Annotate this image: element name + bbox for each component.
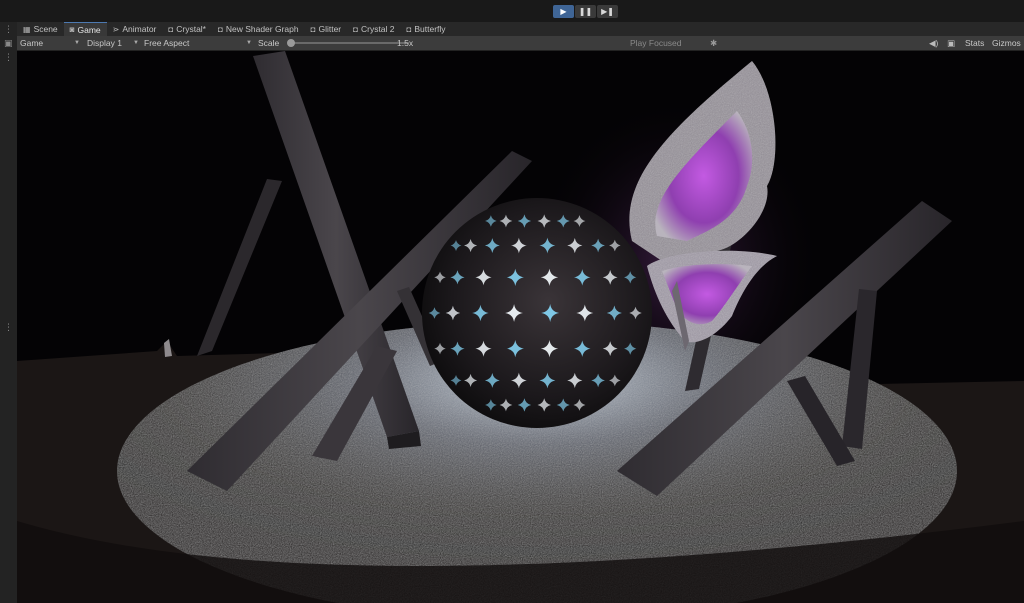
tab-label: Glitter <box>318 24 342 34</box>
game-viewport[interactable] <box>17 51 1024 603</box>
tab-label: Crystal 2 <box>360 24 395 34</box>
display-dropdown[interactable]: Display 1 ▼ <box>87 37 139 49</box>
shader-icon: ◘ <box>218 24 223 34</box>
gizmos-button[interactable]: Gizmos <box>992 37 1021 49</box>
tab-label: New Shader Graph <box>225 24 299 34</box>
tab-label: Animator <box>122 24 157 34</box>
play-mode-dropdown[interactable]: Play Focused <box>630 37 708 49</box>
shader-icon: ◘ <box>310 24 316 34</box>
shader-icon: ◘ <box>406 24 412 34</box>
animator-icon: ⋗ <box>112 24 120 34</box>
gallery-icon[interactable]: ▣ <box>947 37 955 49</box>
view-mode-dropdown[interactable]: Game ▼ <box>20 37 80 49</box>
tab-new-shader-graph[interactable]: ◘ New Shader Graph <box>212 22 305 36</box>
tab-label: Scene <box>33 24 58 34</box>
more-options-icon[interactable]: ⋮ <box>4 24 13 35</box>
bug-icon[interactable]: ✱ <box>710 37 717 49</box>
chevron-down-icon: ▼ <box>74 40 80 46</box>
tab-bar: ▦ Scene ◙ Game ⋗ Animator ◘ Crystal* ◘ N… <box>17 22 1024 36</box>
scale-label: Scale <box>258 38 280 48</box>
shader-icon: ◘ <box>168 24 174 34</box>
scale-value: 1.5x <box>397 38 414 48</box>
chevron-down-icon: ▼ <box>246 40 252 46</box>
tab-crystal-2[interactable]: ◘ Crystal 2 <box>347 22 400 36</box>
aspect-value: Free Aspect <box>144 38 190 48</box>
rendered-scene <box>17 51 1024 603</box>
shader-icon: ◘ <box>353 24 358 34</box>
grid-icon: ▦ <box>23 24 31 34</box>
pause-button[interactable]: ❚❚ <box>575 5 596 18</box>
step-button[interactable]: ▶❚ <box>597 5 618 18</box>
tab-butterfly[interactable]: ◘ Butterfly <box>401 22 452 36</box>
tab-animator[interactable]: ⋗ Animator <box>107 22 163 36</box>
tab-game[interactable]: ◙ Game <box>63 22 107 36</box>
play-controls: ▶ ❚❚ ▶❚ <box>553 5 618 18</box>
gamepad-icon: ◙ <box>69 25 75 34</box>
play-mode-value: Play Focused <box>630 38 682 48</box>
scale-slider-handle[interactable] <box>287 39 295 47</box>
gallery-icon[interactable]: ▣ <box>4 38 13 49</box>
tab-crystal[interactable]: ◘ Crystal* <box>162 22 212 36</box>
left-side-strip: ⋮ ▣ ⋮ ⋮ <box>0 22 18 603</box>
play-button[interactable]: ▶ <box>553 5 574 18</box>
display-value: Display 1 <box>87 38 122 48</box>
game-view-toolbar: Game ▼ Display 1 ▼ Free Aspect ▼ Scale 1… <box>17 36 1024 51</box>
aspect-dropdown[interactable]: Free Aspect ▼ <box>144 37 252 49</box>
view-mode-value: Game <box>20 38 44 48</box>
tab-label: Butterfly <box>414 24 446 34</box>
tab-glitter[interactable]: ◘ Glitter <box>305 22 348 36</box>
chevron-down-icon: ▼ <box>133 40 139 46</box>
more-options-icon[interactable]: ⋮ <box>4 322 13 333</box>
top-bar: ▶ ❚❚ ▶❚ <box>0 0 1024 22</box>
tab-scene[interactable]: ▦ Scene <box>17 22 64 36</box>
scale-slider-track[interactable] <box>289 42 409 44</box>
tab-label: Crystal* <box>176 24 206 34</box>
more-options-icon[interactable]: ⋮ <box>4 52 13 63</box>
stats-button[interactable]: Stats <box>965 37 984 49</box>
tab-label: Game <box>77 24 101 35</box>
audio-mute-icon[interactable]: ◀) <box>929 37 938 49</box>
